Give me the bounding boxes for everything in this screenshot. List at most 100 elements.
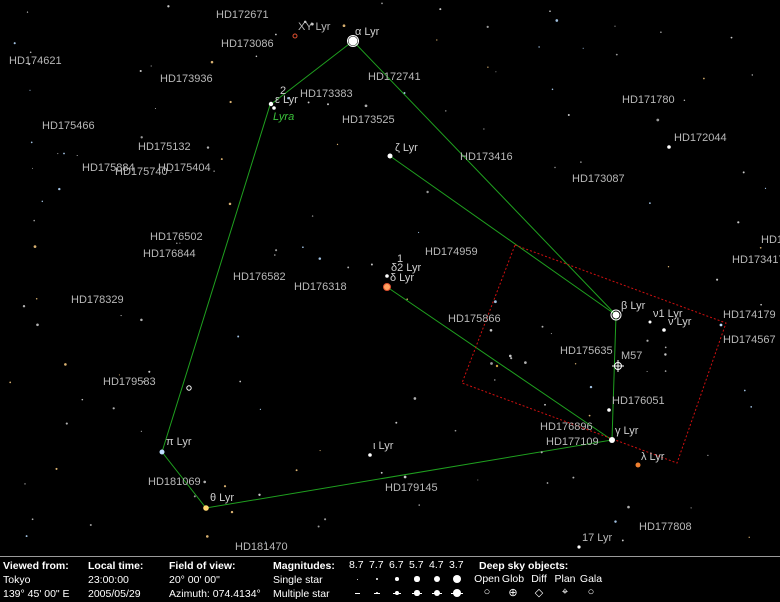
single-star-magnitude-dot (414, 576, 420, 582)
magnitude-legend (349, 573, 474, 601)
faint-star (140, 318, 143, 322)
star-label: HD173417 (732, 254, 780, 266)
single-star-magnitude-dot (395, 577, 399, 581)
faint-star (36, 323, 39, 327)
faint-star (494, 300, 497, 304)
faint-star (544, 403, 546, 406)
star-label: HD172671 (216, 9, 269, 21)
faint-star (31, 518, 34, 521)
faint-star (58, 187, 61, 191)
star-epsilon2-lyr[interactable] (272, 106, 276, 110)
star-nu-lyr[interactable] (662, 328, 666, 332)
faint-star (258, 493, 261, 496)
faint-star (418, 231, 420, 234)
star-beta-lyr[interactable] (612, 311, 620, 319)
faint-star (614, 25, 616, 27)
star-epsilon-lyr[interactable] (268, 101, 274, 107)
star-hd175866 (495, 364, 499, 368)
star-chart[interactable]: HD172671 XY Lyr α Lyr HD173086 HD174621 HD173… (0, 0, 780, 556)
faint-star (154, 108, 156, 109)
single-star-magnitude-dot (433, 575, 441, 583)
magnitude-value: 5.7 (409, 559, 424, 571)
star-label: ε Lyr (275, 94, 298, 106)
multiple-star-label: Multiple star (273, 588, 330, 600)
named-stars (159, 33, 723, 549)
star-zeta-lyr[interactable] (387, 153, 393, 159)
star-label: ζ Lyr (395, 142, 418, 154)
faint-star (120, 315, 122, 317)
star-label: HD175404 (158, 162, 211, 174)
star-label: HD175866 (448, 313, 501, 325)
faint-star (230, 510, 234, 514)
faint-star (193, 495, 196, 498)
faint-star (275, 249, 278, 252)
star-pi-lyr[interactable] (159, 449, 165, 455)
faint-star (614, 520, 617, 523)
faint-star (29, 51, 32, 54)
faint-star (664, 370, 667, 372)
star-theta-lyr[interactable] (203, 505, 209, 511)
star-hd172044[interactable] (667, 145, 671, 149)
faint-star (26, 11, 29, 13)
faint-star (63, 152, 65, 155)
local-time: Local time: 23:00:00 2005/05/29 (88, 559, 143, 601)
constellation-line (386, 286, 613, 441)
magnitude-value: 3.7 (449, 559, 464, 571)
faint-star (205, 535, 209, 538)
faint-star (319, 450, 321, 452)
faint-star (327, 103, 329, 106)
star-hd176051[interactable] (607, 408, 611, 412)
faint-star (418, 504, 420, 506)
star-lambda-lyr[interactable] (635, 462, 641, 468)
star-label: HD179583 (103, 376, 156, 388)
star-hd174179[interactable] (719, 323, 723, 327)
faint-star (764, 187, 767, 190)
faint-star (489, 328, 493, 332)
faint-star (33, 245, 37, 248)
faint-star (318, 257, 322, 260)
star-label: β Lyr (621, 300, 646, 312)
star-xy-lyr[interactable] (292, 33, 298, 39)
star-nu1-lyr[interactable] (648, 320, 652, 324)
star-label: HD179145 (385, 482, 438, 494)
faint-star (646, 339, 649, 342)
faint-star (510, 357, 513, 360)
faint-star (347, 266, 350, 269)
magnitude-value: 4.7 (429, 559, 444, 571)
faint-star (703, 77, 705, 80)
multiple-star-bar (354, 593, 360, 594)
star-label: HD174567 (723, 334, 776, 346)
faint-star (508, 354, 512, 358)
star-gamma-lyr[interactable] (609, 437, 615, 443)
faint-star (274, 254, 276, 256)
faint-star (364, 104, 368, 108)
galaxy-icon: ○ (587, 586, 595, 598)
faint-star (664, 353, 667, 356)
faint-star (29, 89, 31, 91)
faint-star (25, 535, 28, 538)
star-label: ι Lyr (373, 440, 394, 452)
faint-star (31, 167, 34, 169)
faint-star (148, 370, 151, 373)
faint-star (436, 39, 438, 41)
faint-star (55, 467, 58, 470)
star-label: HD177808 (639, 521, 692, 533)
star-variable-open (186, 385, 192, 391)
star-alpha-lyr[interactable] (348, 36, 358, 46)
star-label: HD174959 (425, 246, 478, 258)
faint-star (403, 92, 406, 94)
magnitude-value: 7.7 (369, 559, 384, 571)
star-iota-lyr[interactable] (368, 453, 372, 457)
multiple-star-bar (431, 593, 443, 594)
star-17-lyr[interactable] (577, 545, 581, 549)
star-label: HD177109 (546, 436, 599, 448)
faint-star (22, 304, 26, 308)
faint-star (567, 113, 570, 117)
faint-star (550, 333, 552, 335)
star-label: HD173525 (342, 114, 395, 126)
faint-star (317, 525, 320, 528)
star-delta-lyr[interactable] (383, 283, 391, 291)
star-label: HD181069 (148, 476, 201, 488)
star-delta1-lyr[interactable] (385, 274, 389, 278)
faint-star (494, 379, 496, 381)
